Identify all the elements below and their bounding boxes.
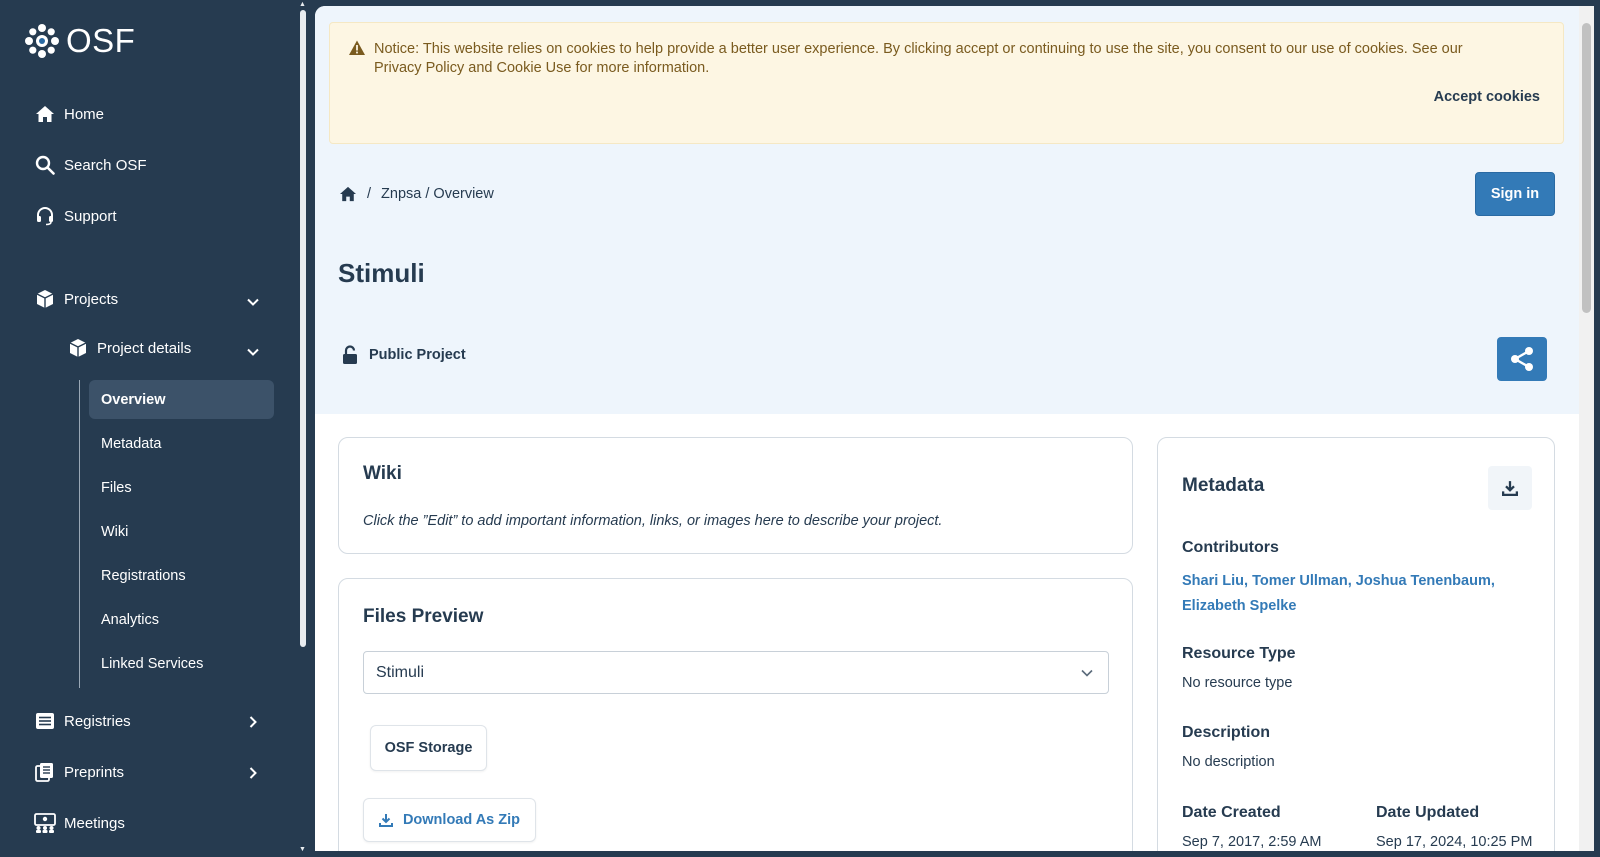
description-label: Description [1182,724,1271,741]
files-project-select[interactable]: Stimuli [363,651,1109,694]
project-visibility: Public Project [341,345,466,365]
unlock-icon [343,345,357,364]
headset-icon [34,205,56,227]
osf-logo-icon [25,24,59,58]
warning-icon [349,40,365,55]
cookie-notice-text: Notice: This website relies on cookies t… [374,41,1463,76]
date-created-label: Date Created [1182,804,1281,821]
share-icon [1511,347,1533,371]
description-value: No description [1182,754,1275,770]
files-preview-title: Files Preview [363,606,484,627]
nav-meetings-label: Meetings [64,814,125,832]
metadata-card: Metadata Contributors Shari Liu, Tomer U… [1157,437,1555,851]
page-title: Stimuli [338,258,425,288]
chevron-right-icon[interactable] [246,766,260,780]
cube-icon [34,288,56,310]
chevron-down-icon [1081,669,1093,677]
scroll-down-icon[interactable]: ▼ [299,846,306,853]
resource-type-value: No resource type [1182,675,1293,691]
nav-projects-label: Projects [64,290,119,308]
nav-support-label: Support [64,207,117,225]
metadata-download-button[interactable] [1488,466,1532,510]
files-select-value: Stimuli [376,663,425,681]
metadata-title: Metadata [1182,475,1265,496]
main-content: Notice: This website relies on cookies t… [315,6,1585,851]
download-icon [1502,481,1518,496]
chevron-down-icon[interactable] [246,345,260,359]
osf-logo[interactable]: OSF [24,22,135,60]
date-created-value: Sep 7, 2017, 2:59 AM [1182,834,1322,850]
cube-icon [67,337,89,359]
logo-text: OSF [66,22,136,59]
nav-project-details-label: Project details [97,339,192,357]
breadcrumb-separator: / [367,186,372,202]
nav-search[interactable]: Search OSF [34,154,147,176]
subnav-registrations[interactable]: Registrations [101,568,186,584]
cookie-banner: Notice: This website relies on cookies t… [329,22,1564,144]
subnav-metadata[interactable]: Metadata [101,436,161,452]
sidebar-scroll-thumb[interactable] [300,10,306,647]
home-icon[interactable] [339,186,357,202]
contributors-list[interactable]: Shari Liu, Tomer Ullman, Joshua Tenenbau… [1182,569,1512,619]
subnav-overview[interactable]: Overview [101,392,166,408]
chevron-right-icon[interactable] [246,715,260,729]
main-scrollbar[interactable] [1579,6,1594,851]
project-header: Notice: This website relies on cookies t… [315,6,1579,414]
download-icon [378,814,393,827]
resource-type-label: Resource Type [1182,645,1296,662]
subnav-files[interactable]: Files [101,480,132,496]
nav-home[interactable]: Home [34,103,104,125]
accept-cookies-button[interactable]: Accept cookies [1380,89,1540,105]
preprints-icon [34,761,56,783]
visibility-label: Public Project [369,347,466,363]
date-updated-value: Sep 17, 2024, 10:25 PM [1376,834,1533,850]
share-button[interactable] [1497,337,1547,381]
subnav-analytics[interactable]: Analytics [101,612,159,628]
search-icon [34,154,56,176]
registries-icon [34,710,56,732]
osf-storage-button[interactable]: OSF Storage [370,725,487,771]
subnav-wiki[interactable]: Wiki [101,524,128,540]
download-zip-label: Download As Zip [402,812,521,828]
breadcrumb: / Znpsa / Overview [339,186,494,202]
nav-preprints-label: Preprints [64,763,125,781]
sidebar: OSF Home Search OSF Support Projects Pro… [0,0,298,857]
sign-in-button[interactable]: Sign in [1475,172,1555,216]
breadcrumb-path[interactable]: Znpsa / Overview [381,186,494,202]
contributors-label: Contributors [1182,539,1279,556]
nav-preprints[interactable]: Preprints [34,761,124,783]
subnav-rail [79,380,80,688]
wiki-title: Wiki [363,463,402,484]
nav-registries-label: Registries [64,712,131,730]
nav-support[interactable]: Support [34,205,117,227]
main-scroll-thumb[interactable] [1582,23,1591,313]
subnav-linked-services[interactable]: Linked Services [101,656,203,672]
nav-meetings[interactable]: Meetings [34,812,125,834]
scroll-up-icon[interactable]: ▲ [299,1,306,8]
nav-home-label: Home [64,105,105,123]
nav-project-details[interactable]: Project details [67,337,191,359]
date-updated-label: Date Updated [1376,804,1480,821]
nav-projects[interactable]: Projects [34,288,118,310]
wiki-card: Wiki Click the ”Edit” to add important i… [338,437,1133,554]
home-icon [34,103,56,125]
nav-search-label: Search OSF [64,156,147,174]
download-zip-button[interactable]: Download As Zip [363,798,536,842]
files-preview-card: Files Preview Stimuli OSF Storage Downlo… [338,578,1133,851]
sidebar-scrollbar[interactable]: ▲ ▼ [298,0,308,857]
meetings-icon [34,812,56,834]
wiki-placeholder-text: Click the ”Edit” to add important inform… [363,513,943,529]
chevron-down-icon[interactable] [246,295,260,309]
nav-registries[interactable]: Registries [34,710,131,732]
